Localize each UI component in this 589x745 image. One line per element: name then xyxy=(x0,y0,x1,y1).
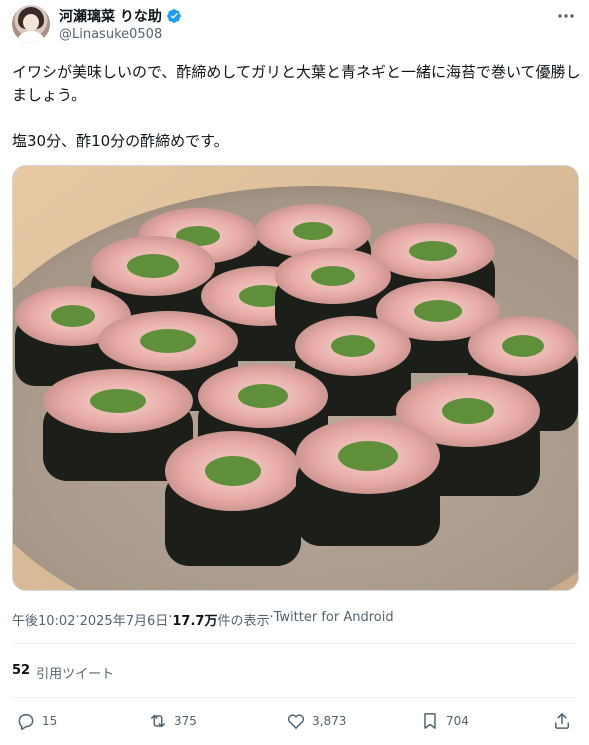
reply-button[interactable]: 15 xyxy=(16,708,57,734)
quote-count: 52 xyxy=(12,663,31,678)
reply-icon xyxy=(18,714,34,731)
avatar[interactable] xyxy=(12,5,50,43)
retweet-button[interactable]: 375 xyxy=(148,708,197,734)
quote-tweets-link[interactable]: 52 引用ツイート xyxy=(12,663,114,682)
divider xyxy=(12,697,577,698)
divider xyxy=(12,643,577,644)
author-name-row: 河瀬璃菜 りな助 xyxy=(59,6,182,26)
retweet-count: 375 xyxy=(174,714,197,728)
tweet-text: イワシが美味しいので、酢締めしてガリと大葉と青ネギと一緒に海苔で巻いて優勝しまし… xyxy=(12,63,581,150)
view-count: 17.7万 xyxy=(172,614,218,629)
author-handle[interactable]: @Linasuke0508 xyxy=(59,27,162,42)
quote-label: 引用ツイート xyxy=(36,667,115,682)
retweet-icon xyxy=(151,714,165,728)
like-button[interactable]: 3,873 xyxy=(286,708,346,734)
verified-badge-icon xyxy=(167,9,181,23)
view-count-label: 件の表示 xyxy=(217,614,270,629)
author-display-name[interactable]: 河瀬璃菜 りな助 xyxy=(59,6,162,26)
avatar-face xyxy=(23,14,39,31)
bookmark-count: 704 xyxy=(446,714,469,728)
tweet-meta: 午後10:02 · 2025年7月6日 · 17.7万 件の表示 · Twitt… xyxy=(12,610,394,629)
action-bar: 15 375 3,873 704 xyxy=(12,708,577,734)
photo-sushi-rolls-image xyxy=(13,166,578,590)
tweet-photo[interactable] xyxy=(12,165,579,591)
more-options-icon[interactable] xyxy=(555,8,577,24)
like-count: 3,873 xyxy=(312,714,347,728)
bookmark-icon xyxy=(424,713,436,729)
tweet-source[interactable]: Twitter for Android xyxy=(274,610,394,629)
tweet-date[interactable]: 2025年7月6日 xyxy=(80,610,169,629)
share-button[interactable] xyxy=(552,708,572,734)
avatar-body xyxy=(16,31,46,43)
tweet-time[interactable]: 午後10:02 xyxy=(12,610,75,629)
heart-icon xyxy=(287,714,305,729)
reply-count: 15 xyxy=(42,714,58,728)
bookmark-button[interactable]: 704 xyxy=(420,708,469,734)
share-icon xyxy=(555,713,569,729)
